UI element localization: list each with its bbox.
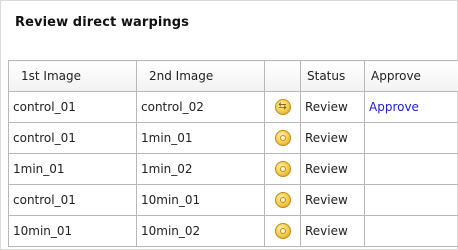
- approve-cell: [364, 184, 458, 216]
- column-header-icon: [264, 60, 301, 92]
- status-icon-cell: [264, 184, 301, 216]
- gear-icon: [274, 130, 291, 146]
- second-image-cell: 10min_02: [136, 215, 265, 247]
- second-image-cell: 1min_01: [136, 122, 265, 154]
- table-row[interactable]: 10min_01 10min_02 Review: [8, 215, 458, 247]
- warpings-table: 1st Image 2nd Image Status Approve contr…: [8, 60, 458, 247]
- first-image-cell: control_01: [8, 122, 137, 154]
- status-cell: Review: [300, 122, 365, 154]
- approve-cell: [364, 122, 458, 154]
- approve-cell: Approve: [364, 91, 458, 123]
- column-header-second-image[interactable]: 2nd Image: [136, 60, 265, 92]
- table-header-row: 1st Image 2nd Image Status Approve: [8, 60, 458, 92]
- first-image-cell: control_01: [8, 184, 137, 216]
- table-row[interactable]: control_01 10min_01 Review: [8, 184, 458, 216]
- second-image-cell: 10min_01: [136, 184, 265, 216]
- gear-icon: [274, 223, 291, 239]
- gear-icon: [274, 192, 291, 208]
- status-cell: Review: [300, 91, 365, 123]
- approve-link[interactable]: Approve: [369, 100, 419, 114]
- arrows-icon: [274, 99, 291, 115]
- status-icon-cell: [264, 215, 301, 247]
- status-cell: Review: [300, 153, 365, 185]
- column-header-approve[interactable]: Approve: [364, 60, 458, 92]
- status-icon-cell: [264, 91, 301, 123]
- first-image-cell: 1min_01: [8, 153, 137, 185]
- first-image-cell: control_01: [8, 91, 137, 123]
- table-row[interactable]: 1min_01 1min_02 Review: [8, 153, 458, 185]
- approve-cell: [364, 153, 458, 185]
- first-image-cell: 10min_01: [8, 215, 137, 247]
- column-header-first-image[interactable]: 1st Image: [8, 60, 137, 92]
- gear-icon: [274, 161, 291, 177]
- table-row[interactable]: control_01 1min_01 Review: [8, 122, 458, 154]
- status-icon-cell: [264, 153, 301, 185]
- status-cell: Review: [300, 184, 365, 216]
- status-cell: Review: [300, 215, 365, 247]
- approve-cell: [364, 215, 458, 247]
- second-image-cell: 1min_02: [136, 153, 265, 185]
- review-panel: Review direct warpings 1st Image 2nd Ima…: [0, 0, 458, 250]
- second-image-cell: control_02: [136, 91, 265, 123]
- panel-title: Review direct warpings: [15, 15, 189, 30]
- status-icon-cell: [264, 122, 301, 154]
- table-row[interactable]: control_01 control_02 Review Approve: [8, 91, 458, 123]
- column-header-status[interactable]: Status: [300, 60, 365, 92]
